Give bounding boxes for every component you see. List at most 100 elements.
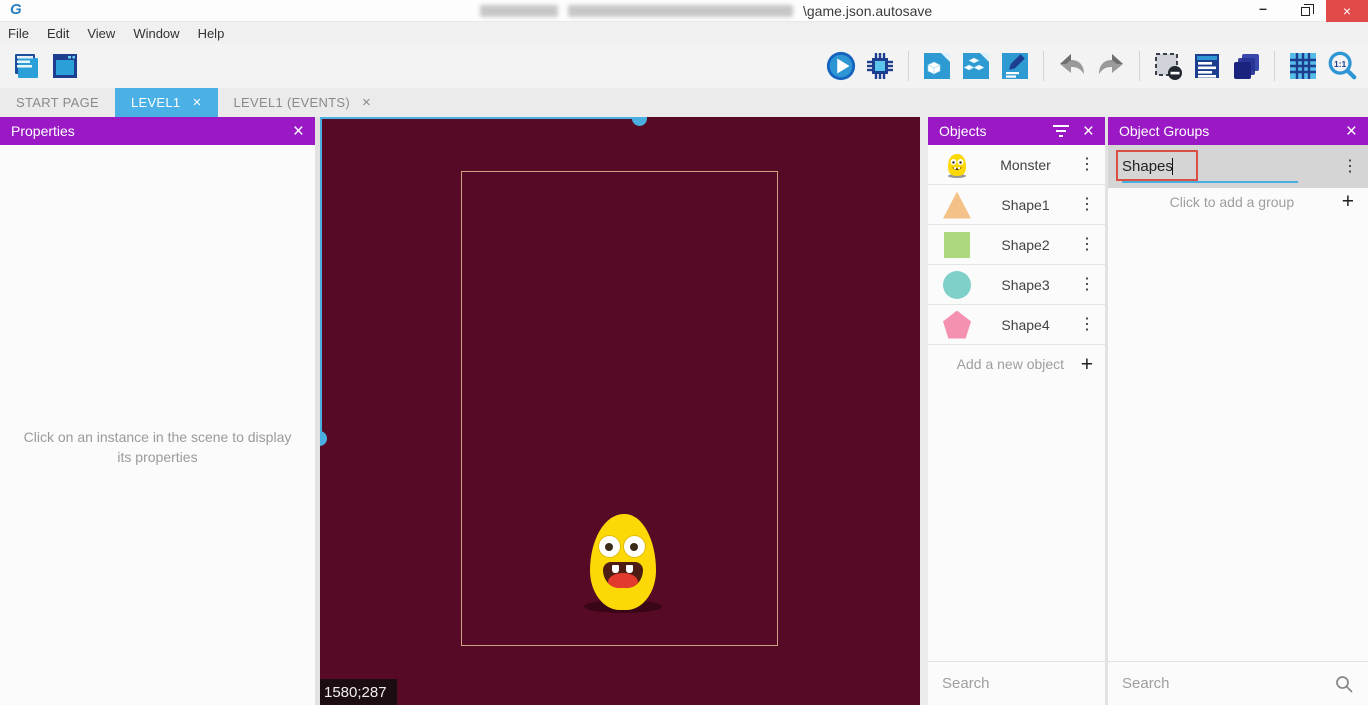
object-row-monster[interactable]: Monster ⋮ xyxy=(928,145,1105,185)
titlebar: G \game.json.autosave – × xyxy=(0,0,1368,22)
menu-file[interactable]: File xyxy=(8,22,38,44)
restore-icon xyxy=(1301,7,1310,16)
layers-icon[interactable] xyxy=(1230,50,1262,82)
toolbar-divider xyxy=(908,51,909,81)
group-edit-row: ⋮ xyxy=(1108,145,1368,188)
debug-icon[interactable] xyxy=(864,50,896,82)
start-page-icon[interactable] xyxy=(49,50,81,82)
add-group-row[interactable]: Click to add a group + xyxy=(1108,188,1368,215)
project-manager-icon[interactable] xyxy=(10,50,42,82)
triangle-thumbnail-icon xyxy=(943,191,971,219)
menu-help[interactable]: Help xyxy=(189,22,234,44)
window-title: \game.json.autosave xyxy=(480,0,932,22)
properties-hint-text: Click on an instance in the scene to dis… xyxy=(0,427,315,468)
object-groups-panel-header: Object Groups × xyxy=(1108,117,1368,145)
project-manager-icon xyxy=(11,51,41,81)
zoom-original-icon[interactable]: 1:1 xyxy=(1326,50,1358,82)
tab-close-icon[interactable]: × xyxy=(192,94,201,111)
gdevelop-logo-icon: G xyxy=(10,1,22,18)
toolbar-divider xyxy=(1274,51,1275,81)
filter-icon[interactable] xyxy=(1053,125,1069,137)
redo-arrow-icon xyxy=(1095,50,1127,82)
tab-start-page[interactable]: START PAGE xyxy=(0,88,115,117)
tab-level1-events[interactable]: LEVEL1 (EVENTS) × xyxy=(218,88,388,117)
search-icon xyxy=(1334,674,1354,694)
play-preview-icon[interactable] xyxy=(825,50,857,82)
add-object-label: Add a new object xyxy=(940,356,1081,372)
scene-edge-highlight-top xyxy=(320,117,640,119)
start-page-icon xyxy=(50,51,80,81)
group-name-field xyxy=(1114,145,1342,188)
pentagon-thumbnail-icon xyxy=(943,311,971,339)
undo-icon[interactable] xyxy=(1056,50,1088,82)
object-label: Shape1 xyxy=(972,197,1079,213)
layers-icon xyxy=(1230,50,1262,82)
object-menu-dots-icon[interactable]: ⋮ xyxy=(1079,277,1095,293)
object-row-shape2[interactable]: Shape2 ⋮ xyxy=(928,225,1105,265)
edit-pencil-icon xyxy=(999,50,1031,82)
object-groups-panel-title: Object Groups xyxy=(1119,123,1209,139)
monster-instance[interactable] xyxy=(578,514,668,616)
grid-icon[interactable] xyxy=(1287,50,1319,82)
restore-button[interactable] xyxy=(1284,0,1326,22)
play-icon xyxy=(825,49,857,83)
add-object-row[interactable]: Add a new object + xyxy=(928,345,1105,383)
groups-search-bar xyxy=(1108,661,1368,705)
panel-gutter xyxy=(920,117,928,705)
cursor-coordinates: 1580;287 xyxy=(320,679,397,705)
menu-edit[interactable]: Edit xyxy=(38,22,78,44)
tab-close-icon[interactable]: × xyxy=(362,94,371,111)
properties-panel: Properties × Click on an instance in the… xyxy=(0,117,315,705)
object-menu-dots-icon[interactable]: ⋮ xyxy=(1079,157,1095,173)
monster-thumbnail-icon xyxy=(942,150,972,180)
object-menu-dots-icon[interactable]: ⋮ xyxy=(1079,317,1095,333)
tab-level1[interactable]: LEVEL1 × xyxy=(115,88,218,117)
close-button[interactable]: × xyxy=(1326,0,1368,22)
redacted-path-segment xyxy=(480,5,558,17)
group-name-input[interactable] xyxy=(1114,158,1342,175)
redo-icon[interactable] xyxy=(1095,50,1127,82)
object-row-shape4[interactable]: Shape4 ⋮ xyxy=(928,305,1105,345)
undo-arrow-icon xyxy=(1056,50,1088,82)
menu-view[interactable]: View xyxy=(78,22,124,44)
window-title-text: \game.json.autosave xyxy=(803,3,932,19)
scene-resize-handle-top[interactable] xyxy=(632,117,647,126)
minimize-button[interactable]: – xyxy=(1242,0,1284,22)
scene-canvas[interactable]: 1580;287 xyxy=(320,117,920,705)
objects-panel-header: Objects × xyxy=(928,117,1105,145)
close-icon: × xyxy=(1343,3,1351,19)
monster-mouth xyxy=(603,562,643,588)
debug-chip-icon xyxy=(864,50,896,82)
instances-list-icon xyxy=(1191,50,1223,82)
object-row-shape3[interactable]: Shape3 ⋮ xyxy=(928,265,1105,305)
objects-panel: Objects × Monster ⋮ Shape1 ⋮ xyxy=(928,117,1105,705)
groups-search-input[interactable] xyxy=(1122,675,1326,692)
instances-list-icon[interactable] xyxy=(1191,50,1223,82)
tab-label: LEVEL1 xyxy=(131,95,181,110)
group-menu-dots-icon[interactable]: ⋮ xyxy=(1342,159,1358,175)
object-groups-close-icon[interactable]: × xyxy=(1346,122,1357,141)
monster-eye xyxy=(599,536,620,557)
tabbar: START PAGE LEVEL1 × LEVEL1 (EVENTS) × xyxy=(0,88,1368,117)
objects-editor-icon[interactable] xyxy=(921,50,953,82)
scene-resize-handle-left[interactable] xyxy=(320,431,327,446)
objects-close-icon[interactable]: × xyxy=(1083,122,1094,141)
deselect-icon xyxy=(1152,50,1184,82)
scene-properties-icon[interactable] xyxy=(999,50,1031,82)
text-caret xyxy=(1172,158,1173,175)
deselect-instances-icon[interactable] xyxy=(1152,50,1184,82)
objects-search-bar xyxy=(928,661,1105,705)
menubar: File Edit View Window Help xyxy=(0,22,1368,44)
object-menu-dots-icon[interactable]: ⋮ xyxy=(1079,197,1095,213)
minimize-icon: – xyxy=(1259,0,1267,16)
object-groups-editor-icon xyxy=(960,50,992,82)
window-controls: – × xyxy=(1242,0,1368,22)
objects-panel-title: Objects xyxy=(939,123,986,139)
object-menu-dots-icon[interactable]: ⋮ xyxy=(1079,237,1095,253)
menu-window[interactable]: Window xyxy=(124,22,188,44)
toolbar-right-group: 1:1 xyxy=(825,50,1358,82)
properties-close-icon[interactable]: × xyxy=(293,122,304,141)
object-groups-editor-icon[interactable] xyxy=(960,50,992,82)
object-row-shape1[interactable]: Shape1 ⋮ xyxy=(928,185,1105,225)
tab-label: START PAGE xyxy=(16,95,99,110)
